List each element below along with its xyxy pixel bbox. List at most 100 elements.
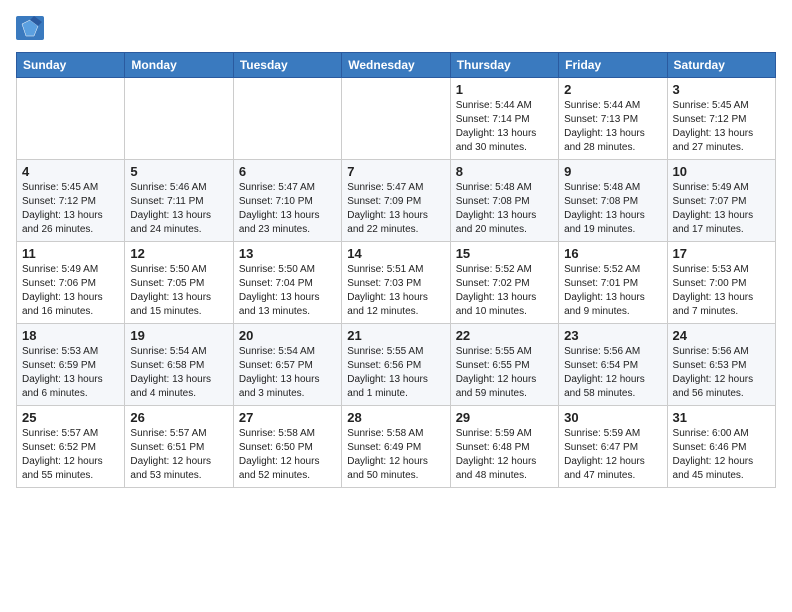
day-header-wednesday: Wednesday xyxy=(342,53,450,78)
cell-content: Sunrise: 5:54 AM Sunset: 6:58 PM Dayligh… xyxy=(130,345,227,401)
cell-content: Sunrise: 5:50 AM Sunset: 7:05 PM Dayligh… xyxy=(130,263,227,319)
day-number: 20 xyxy=(239,328,336,343)
calendar-cell: 21 Sunrise: 5:55 AM Sunset: 6:56 PM Dayli… xyxy=(342,324,450,406)
cell-content: Sunrise: 5:48 AM Sunset: 7:08 PM Dayligh… xyxy=(456,181,553,237)
cell-content: Sunrise: 5:53 AM Sunset: 7:00 PM Dayligh… xyxy=(673,263,770,319)
week-row-2: 4 Sunrise: 5:45 AM Sunset: 7:12 PM Daylig… xyxy=(17,160,776,242)
calendar-cell: 13 Sunrise: 5:50 AM Sunset: 7:04 PM Dayli… xyxy=(233,242,341,324)
day-number: 27 xyxy=(239,410,336,425)
day-number: 4 xyxy=(22,164,119,179)
calendar-cell: 7 Sunrise: 5:47 AM Sunset: 7:09 PM Daylig… xyxy=(342,160,450,242)
calendar-cell: 23 Sunrise: 5:56 AM Sunset: 6:54 PM Dayli… xyxy=(559,324,667,406)
cell-content: Sunrise: 5:55 AM Sunset: 6:56 PM Dayligh… xyxy=(347,345,444,401)
day-number: 14 xyxy=(347,246,444,261)
calendar-cell: 24 Sunrise: 5:56 AM Sunset: 6:53 PM Dayli… xyxy=(667,324,775,406)
calendar-cell: 14 Sunrise: 5:51 AM Sunset: 7:03 PM Dayli… xyxy=(342,242,450,324)
cell-content: Sunrise: 5:51 AM Sunset: 7:03 PM Dayligh… xyxy=(347,263,444,319)
week-row-4: 18 Sunrise: 5:53 AM Sunset: 6:59 PM Dayli… xyxy=(17,324,776,406)
logo-icon xyxy=(16,16,44,40)
calendar-cell: 1 Sunrise: 5:44 AM Sunset: 7:14 PM Daylig… xyxy=(450,78,558,160)
cell-content: Sunrise: 5:49 AM Sunset: 7:06 PM Dayligh… xyxy=(22,263,119,319)
day-number: 24 xyxy=(673,328,770,343)
calendar-cell: 12 Sunrise: 5:50 AM Sunset: 7:05 PM Dayli… xyxy=(125,242,233,324)
cell-content: Sunrise: 5:56 AM Sunset: 6:53 PM Dayligh… xyxy=(673,345,770,401)
day-number: 22 xyxy=(456,328,553,343)
header xyxy=(16,16,776,40)
day-header-tuesday: Tuesday xyxy=(233,53,341,78)
cell-content: Sunrise: 5:46 AM Sunset: 7:11 PM Dayligh… xyxy=(130,181,227,237)
day-number: 19 xyxy=(130,328,227,343)
cell-content: Sunrise: 5:53 AM Sunset: 6:59 PM Dayligh… xyxy=(22,345,119,401)
cell-content: Sunrise: 5:49 AM Sunset: 7:07 PM Dayligh… xyxy=(673,181,770,237)
calendar-cell: 28Sunrise: 5:58 AM Sunset: 6:49 PM Dayli… xyxy=(342,406,450,488)
calendar-cell: 11 Sunrise: 5:49 AM Sunset: 7:06 PM Dayli… xyxy=(17,242,125,324)
calendar-cell: 15 Sunrise: 5:52 AM Sunset: 7:02 PM Dayli… xyxy=(450,242,558,324)
cell-content: Sunrise: 5:52 AM Sunset: 7:02 PM Dayligh… xyxy=(456,263,553,319)
cell-content: Sunrise: 5:45 AM Sunset: 7:12 PM Dayligh… xyxy=(673,99,770,155)
day-number: 26 xyxy=(130,410,227,425)
logo xyxy=(16,16,48,40)
calendar-cell: 4 Sunrise: 5:45 AM Sunset: 7:12 PM Daylig… xyxy=(17,160,125,242)
day-header-thursday: Thursday xyxy=(450,53,558,78)
day-header-sunday: Sunday xyxy=(17,53,125,78)
day-number: 6 xyxy=(239,164,336,179)
day-number: 1 xyxy=(456,82,553,97)
calendar-cell: 27 Sunrise: 5:58 AM Sunset: 6:50 PM Dayli… xyxy=(233,406,341,488)
day-number: 9 xyxy=(564,164,661,179)
cell-content: Sunrise: 5:47 AM Sunset: 7:10 PM Dayligh… xyxy=(239,181,336,237)
calendar-cell: 6 Sunrise: 5:47 AM Sunset: 7:10 PM Daylig… xyxy=(233,160,341,242)
day-number: 5 xyxy=(130,164,227,179)
calendar-cell: 31 Sunrise: 6:00 AM Sunset: 6:46 PM Dayli… xyxy=(667,406,775,488)
week-row-1: 1 Sunrise: 5:44 AM Sunset: 7:14 PM Daylig… xyxy=(17,78,776,160)
day-number: 30 xyxy=(564,410,661,425)
day-header-monday: Monday xyxy=(125,53,233,78)
day-number: 15 xyxy=(456,246,553,261)
day-number: 23 xyxy=(564,328,661,343)
cell-content: Sunrise: 5:58 AM Sunset: 6:50 PM Dayligh… xyxy=(239,427,336,483)
cell-content: Sunrise: 5:54 AM Sunset: 6:57 PM Dayligh… xyxy=(239,345,336,401)
calendar-cell: 5 Sunrise: 5:46 AM Sunset: 7:11 PM Daylig… xyxy=(125,160,233,242)
calendar-cell: 10 Sunrise: 5:49 AM Sunset: 7:07 PM Dayli… xyxy=(667,160,775,242)
calendar-cell: 29 Sunrise: 5:59 AM Sunset: 6:48 PM Dayli… xyxy=(450,406,558,488)
header-row: SundayMondayTuesdayWednesdayThursdayFrid… xyxy=(17,53,776,78)
day-number: 3 xyxy=(673,82,770,97)
day-number: 10 xyxy=(673,164,770,179)
day-number: 31 xyxy=(673,410,770,425)
cell-content: Sunrise: 6:00 AM Sunset: 6:46 PM Dayligh… xyxy=(673,427,770,483)
day-number: 13 xyxy=(239,246,336,261)
day-number: 7 xyxy=(347,164,444,179)
day-number: 28 xyxy=(347,410,444,425)
calendar-cell: 16Sunrise: 5:52 AM Sunset: 7:01 PM Dayli… xyxy=(559,242,667,324)
calendar-cell: 20 Sunrise: 5:54 AM Sunset: 6:57 PM Dayli… xyxy=(233,324,341,406)
calendar-cell: 18 Sunrise: 5:53 AM Sunset: 6:59 PM Dayli… xyxy=(17,324,125,406)
day-number: 11 xyxy=(22,246,119,261)
calendar-cell xyxy=(17,78,125,160)
cell-content: Sunrise: 5:47 AM Sunset: 7:09 PM Dayligh… xyxy=(347,181,444,237)
calendar-cell xyxy=(233,78,341,160)
day-number: 18 xyxy=(22,328,119,343)
calendar-cell: 30 Sunrise: 5:59 AM Sunset: 6:47 PM Dayli… xyxy=(559,406,667,488)
calendar-cell: 22 Sunrise: 5:55 AM Sunset: 6:55 PM Dayli… xyxy=(450,324,558,406)
calendar-cell: 19 Sunrise: 5:54 AM Sunset: 6:58 PM Dayli… xyxy=(125,324,233,406)
day-header-saturday: Saturday xyxy=(667,53,775,78)
cell-content: Sunrise: 5:59 AM Sunset: 6:47 PM Dayligh… xyxy=(564,427,661,483)
day-number: 25 xyxy=(22,410,119,425)
day-number: 2 xyxy=(564,82,661,97)
cell-content: Sunrise: 5:57 AM Sunset: 6:51 PM Dayligh… xyxy=(130,427,227,483)
calendar-cell: 2Sunrise: 5:44 AM Sunset: 7:13 PM Daylig… xyxy=(559,78,667,160)
cell-content: Sunrise: 5:48 AM Sunset: 7:08 PM Dayligh… xyxy=(564,181,661,237)
cell-content: Sunrise: 5:55 AM Sunset: 6:55 PM Dayligh… xyxy=(456,345,553,401)
day-number: 12 xyxy=(130,246,227,261)
cell-content: Sunrise: 5:59 AM Sunset: 6:48 PM Dayligh… xyxy=(456,427,553,483)
calendar-cell: 8Sunrise: 5:48 AM Sunset: 7:08 PM Daylig… xyxy=(450,160,558,242)
calendar-cell xyxy=(342,78,450,160)
cell-content: Sunrise: 5:52 AM Sunset: 7:01 PM Dayligh… xyxy=(564,263,661,319)
cell-content: Sunrise: 5:56 AM Sunset: 6:54 PM Dayligh… xyxy=(564,345,661,401)
cell-content: Sunrise: 5:50 AM Sunset: 7:04 PM Dayligh… xyxy=(239,263,336,319)
cell-content: Sunrise: 5:44 AM Sunset: 7:14 PM Dayligh… xyxy=(456,99,553,155)
calendar-cell: 3 Sunrise: 5:45 AM Sunset: 7:12 PM Daylig… xyxy=(667,78,775,160)
day-number: 21 xyxy=(347,328,444,343)
cell-content: Sunrise: 5:57 AM Sunset: 6:52 PM Dayligh… xyxy=(22,427,119,483)
cell-content: Sunrise: 5:45 AM Sunset: 7:12 PM Dayligh… xyxy=(22,181,119,237)
day-number: 29 xyxy=(456,410,553,425)
